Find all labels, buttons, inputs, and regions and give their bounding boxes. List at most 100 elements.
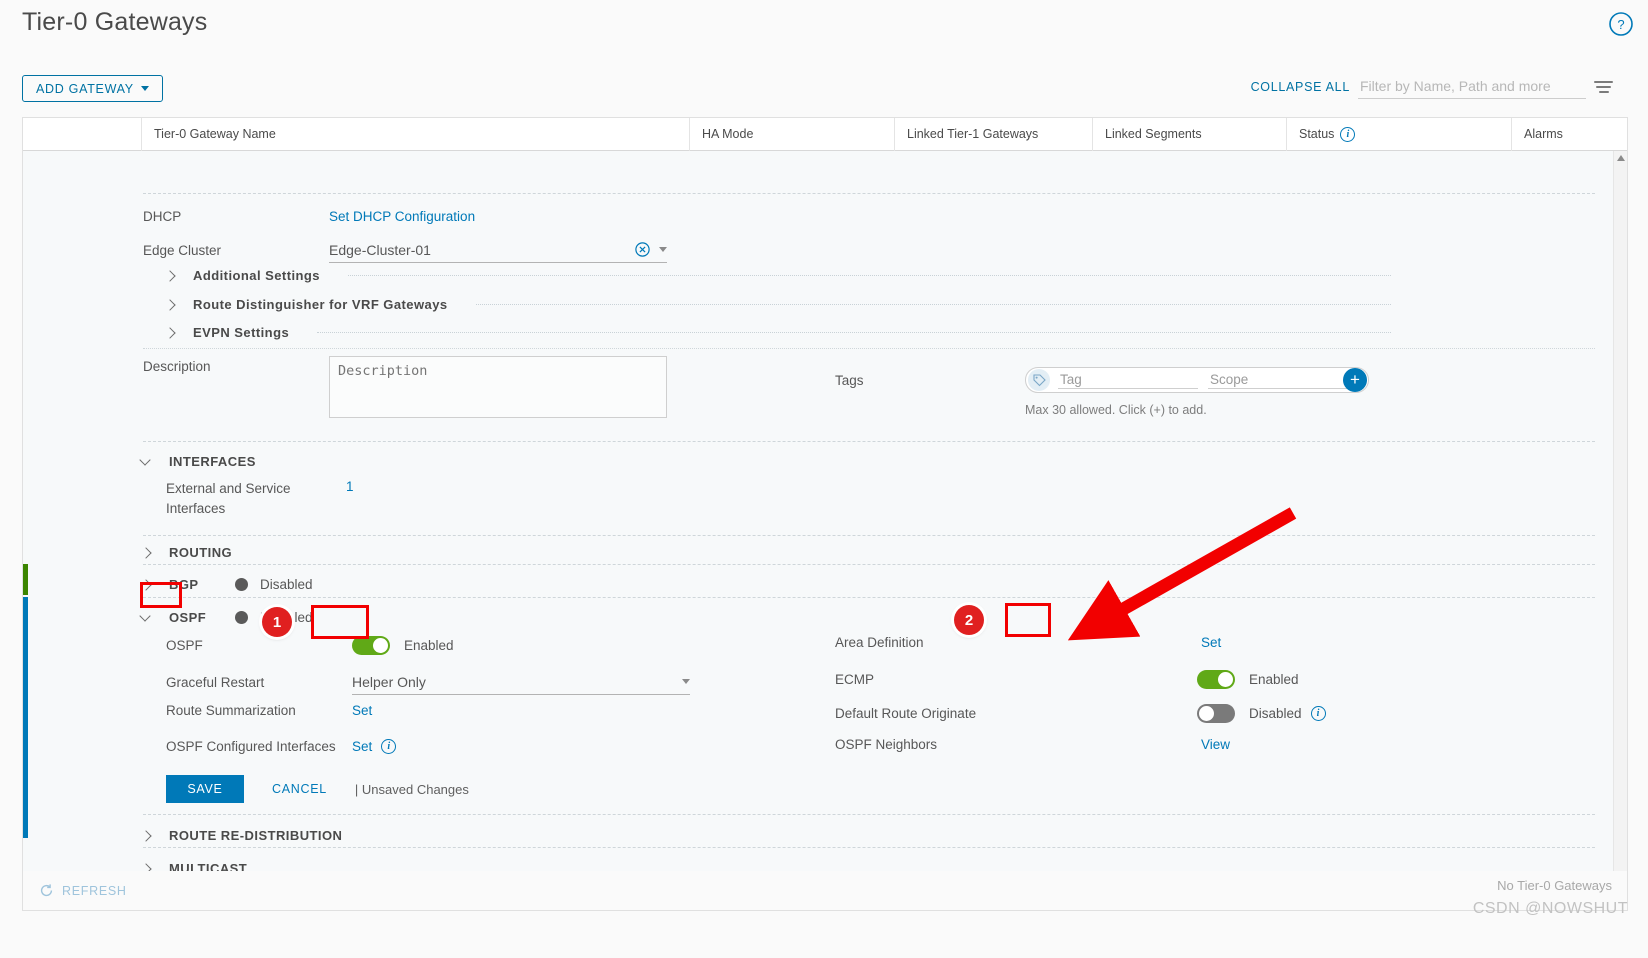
column-header-ha-mode[interactable]: HA Mode xyxy=(689,117,894,151)
gateways-datagrid: Tier-0 Gateway Name HA Mode Linked Tier-… xyxy=(22,117,1628,893)
no-gateways-label: No Tier-0 Gateways xyxy=(1497,878,1612,893)
search-input[interactable] xyxy=(1358,75,1586,99)
help-circle-icon[interactable]: ? xyxy=(1608,11,1634,37)
divider xyxy=(348,275,1391,276)
ecmp-label: ECMP xyxy=(835,672,875,687)
interfaces-section-header[interactable]: INTERFACES xyxy=(139,454,256,469)
tags-input-group: + xyxy=(1025,367,1369,393)
refresh-button[interactable]: REFRESH xyxy=(39,883,127,898)
info-icon[interactable]: i xyxy=(1310,706,1326,721)
chevron-down-icon[interactable] xyxy=(659,247,667,252)
divider xyxy=(317,332,1391,333)
ospf-enable-state-text: Enabled xyxy=(404,638,454,653)
filter-area xyxy=(1358,75,1616,99)
ospf-neighbors-view-link[interactable]: View xyxy=(1201,737,1230,752)
area-definition-set-link[interactable]: Set xyxy=(1201,635,1221,650)
route-redistribution-section-header[interactable]: ROUTE RE-DISTRIBUTION xyxy=(139,828,342,843)
scroll-up-icon[interactable] xyxy=(1617,155,1625,161)
description-label: Description xyxy=(143,359,211,374)
tag-icon xyxy=(1028,369,1050,391)
ospf-neighbors-row: OSPF Neighbors View xyxy=(835,737,1230,752)
description-textarea[interactable] xyxy=(329,356,667,418)
chevron-down-icon[interactable] xyxy=(682,679,690,684)
external-service-interfaces-count[interactable]: 1 xyxy=(346,479,354,494)
edge-cluster-select[interactable]: Edge-Cluster-01 xyxy=(329,237,667,263)
info-icon[interactable]: i xyxy=(381,739,397,754)
datagrid-body: DHCP Set DHCP Configuration Edge Cluster… xyxy=(23,151,1627,893)
divider xyxy=(475,304,1391,305)
column-header-linked-tier1[interactable]: Linked Tier-1 Gateways xyxy=(894,117,1092,151)
separator xyxy=(143,193,1595,194)
gateway-detail-panel: DHCP Set DHCP Configuration Edge Cluster… xyxy=(23,151,1613,893)
chevron-right-icon[interactable] xyxy=(163,298,177,312)
column-header-status-label: Status xyxy=(1299,127,1335,141)
ospf-title: OSPF xyxy=(169,610,207,625)
bgp-status-dot xyxy=(235,578,248,591)
evpn-settings-title: EVPN Settings xyxy=(193,325,290,340)
external-service-interfaces-row: External and Service Interfaces 1 xyxy=(166,479,354,519)
routing-section-header[interactable]: ROUTING xyxy=(139,545,232,560)
add-gateway-button[interactable]: ADD GATEWAY xyxy=(22,75,163,102)
vertical-scrollbar[interactable] xyxy=(1613,151,1627,893)
chevron-down-icon[interactable] xyxy=(139,611,153,625)
route-summarization-row: Route Summarization Set xyxy=(166,703,372,718)
default-route-originate-row: Default Route Originate Disabled i xyxy=(835,704,1326,723)
graceful-restart-select[interactable]: Helper Only xyxy=(352,669,690,695)
chevron-down-icon[interactable] xyxy=(139,455,153,469)
cancel-button[interactable]: CANCEL xyxy=(266,781,333,797)
column-header-linked-segments[interactable]: Linked Segments xyxy=(1092,117,1286,151)
refresh-icon xyxy=(40,884,53,897)
description-row: Description xyxy=(143,356,667,418)
toolbar: ADD GATEWAY COLLAPSE ALL xyxy=(0,62,1648,110)
edge-cluster-row: Edge Cluster Edge-Cluster-01 xyxy=(143,237,667,263)
separator xyxy=(143,814,1595,815)
evpn-settings-section[interactable]: EVPN Settings xyxy=(163,325,1391,340)
ospf-configured-interfaces-label: OSPF Configured Interfaces xyxy=(166,739,336,754)
separator xyxy=(143,535,1595,536)
chevron-right-icon[interactable] xyxy=(163,269,177,283)
clear-circle-icon[interactable] xyxy=(635,242,650,257)
ospf-enable-label: OSPF xyxy=(166,638,203,653)
filter-icon[interactable] xyxy=(1594,81,1613,93)
dhcp-label: DHCP xyxy=(143,209,182,224)
annotation-badge-1: 1 xyxy=(262,607,292,637)
chevron-right-icon[interactable] xyxy=(163,326,177,340)
route-distinguisher-section[interactable]: Route Distinguisher for VRF Gateways xyxy=(163,297,1391,312)
ecmp-row: ECMP Enabled xyxy=(835,670,1299,689)
separator xyxy=(143,597,1595,598)
ecmp-toggle[interactable] xyxy=(1197,670,1235,689)
tags-label: Tags xyxy=(835,372,864,388)
save-button[interactable]: SAVE xyxy=(166,775,244,803)
column-header-alarms[interactable]: Alarms xyxy=(1511,117,1609,151)
tag-input[interactable] xyxy=(1058,371,1198,389)
ospf-status-dot xyxy=(235,611,248,624)
area-definition-label: Area Definition xyxy=(835,635,924,650)
ospf-configured-interfaces-set-link[interactable]: Set xyxy=(352,739,372,754)
additional-settings-section[interactable]: Additional Settings xyxy=(163,268,1391,283)
edge-cluster-value: Edge-Cluster-01 xyxy=(329,241,431,258)
graceful-restart-row: Graceful Restart Helper Only xyxy=(166,669,690,695)
set-dhcp-configuration-link[interactable]: Set DHCP Configuration xyxy=(329,209,475,224)
plus-circle-icon[interactable]: + xyxy=(1343,368,1367,392)
ospf-enable-row: OSPF Enabled xyxy=(166,636,454,655)
separator xyxy=(143,847,1595,848)
ospf-configured-interfaces-row: OSPF Configured Interfaces Set i xyxy=(166,739,397,754)
default-route-originate-toggle[interactable] xyxy=(1197,704,1235,723)
scope-input[interactable] xyxy=(1208,371,1348,389)
bgp-status-text: Disabled xyxy=(260,577,313,592)
route-summarization-set-link[interactable]: Set xyxy=(352,703,372,718)
info-icon[interactable]: i xyxy=(1340,126,1356,142)
route-summarization-label: Route Summarization xyxy=(166,703,296,718)
tags-row: Tags + xyxy=(835,367,1369,393)
chevron-right-icon[interactable] xyxy=(139,546,153,560)
annotation-badge-2: 2 xyxy=(954,605,984,635)
chevron-right-icon[interactable] xyxy=(139,829,153,843)
routing-title: ROUTING xyxy=(169,545,233,560)
column-header-status[interactable]: Status i xyxy=(1286,117,1511,151)
additional-settings-title: Additional Settings xyxy=(193,268,320,283)
chevron-down-icon xyxy=(140,86,149,91)
column-header-name[interactable]: Tier-0 Gateway Name xyxy=(141,117,689,151)
graceful-restart-label: Graceful Restart xyxy=(166,674,265,690)
edge-cluster-label: Edge Cluster xyxy=(143,242,222,258)
collapse-all-button[interactable]: COLLAPSE ALL xyxy=(1251,80,1350,94)
